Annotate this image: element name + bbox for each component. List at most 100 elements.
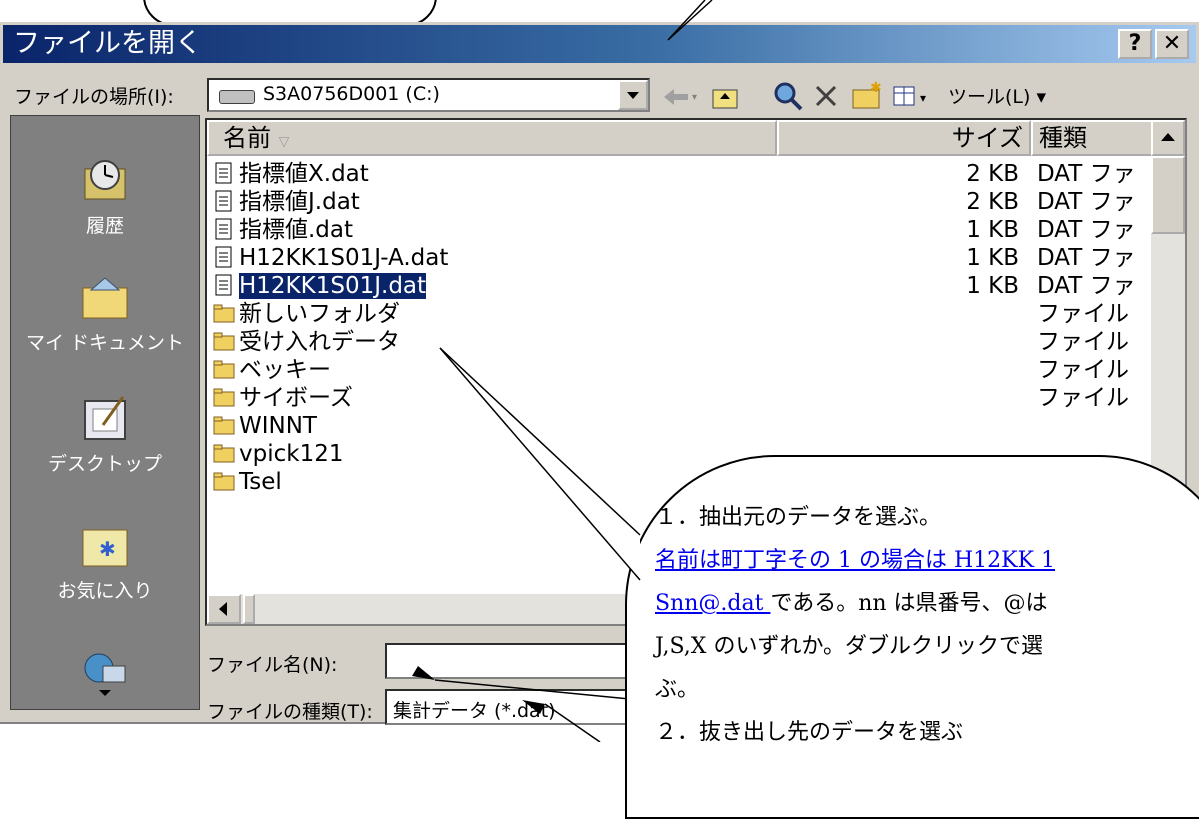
location-value: S3A0756D001 (C:) bbox=[263, 83, 440, 105]
file-size: 1 KB bbox=[966, 217, 1019, 243]
callout-line5: ぶ。 bbox=[655, 677, 700, 702]
file-name: 指標値.dat bbox=[239, 217, 354, 243]
filename-label: ファイル名(N): bbox=[207, 654, 338, 676]
file-row[interactable]: 指標値J.dat bbox=[213, 188, 360, 216]
delete-icon[interactable] bbox=[812, 82, 840, 110]
file-type: DAT ファ bbox=[1037, 245, 1136, 271]
file-name: Tsel bbox=[239, 469, 282, 495]
location-combo[interactable]: S3A0756D001 (C:) bbox=[207, 78, 650, 112]
file-size: 1 KB bbox=[966, 245, 1019, 271]
file-name: WINNT bbox=[239, 413, 317, 439]
location-dropdown-button[interactable] bbox=[618, 80, 648, 110]
column-header-name[interactable]: 名前 ▽ bbox=[207, 120, 777, 156]
callout-link-2[interactable]: Snn@.dat bbox=[655, 591, 770, 616]
place-favorites[interactable]: ✱ お気に入り bbox=[10, 520, 200, 603]
callout-line3: Snn@.dat である。nn は県番号、@は bbox=[655, 582, 1048, 625]
file-row[interactable]: 指標値.dat bbox=[213, 216, 353, 244]
folder-row[interactable]: ベッキー bbox=[213, 356, 331, 384]
new-folder-icon[interactable]: ✱ bbox=[850, 80, 884, 112]
document-icon bbox=[215, 190, 232, 212]
callout-line3-text: である。nn は県番号、@は bbox=[770, 591, 1048, 616]
file-size: 2 KB bbox=[966, 161, 1019, 187]
place-my-documents[interactable]: マイ ドキュメント bbox=[10, 272, 200, 355]
folder-row[interactable]: vpick121 bbox=[213, 440, 343, 468]
folder-icon bbox=[213, 332, 235, 351]
place-label: お気に入り bbox=[57, 580, 153, 602]
file-size: 1 KB bbox=[966, 273, 1019, 299]
scroll-thumb[interactable] bbox=[1151, 156, 1185, 234]
column-header-size[interactable]: サイズ bbox=[777, 120, 1031, 156]
place-label: デスクトップ bbox=[47, 453, 162, 475]
filename-input[interactable] bbox=[385, 643, 645, 679]
file-row[interactable]: 指標値X.dat bbox=[213, 160, 369, 188]
svg-text:▾: ▾ bbox=[692, 92, 697, 103]
column-header-type[interactable]: 種類 bbox=[1031, 120, 1157, 156]
file-name: 受け入れデータ bbox=[239, 329, 400, 355]
place-network[interactable] bbox=[10, 644, 200, 700]
svg-text:✱: ✱ bbox=[870, 80, 882, 96]
folder-row[interactable]: サイボーズ bbox=[213, 384, 353, 412]
callout-name-link[interactable]: 名前は町丁字その 1 の場合は H12KK 1 bbox=[655, 539, 1055, 582]
scroll-up-button[interactable] bbox=[1151, 120, 1185, 156]
svg-text:✱: ✱ bbox=[99, 537, 116, 561]
file-type: DAT ファ bbox=[1037, 161, 1136, 187]
view-menu-icon[interactable]: ▾ bbox=[892, 84, 942, 110]
filetype-label: ファイルの種類(T): bbox=[207, 701, 373, 723]
place-history[interactable]: 履歴 bbox=[10, 155, 200, 238]
back-icon[interactable]: ▾ bbox=[662, 84, 702, 110]
window-title: ファイルを開く bbox=[13, 28, 202, 59]
svg-text:▾: ▾ bbox=[920, 91, 926, 105]
document-icon bbox=[215, 162, 232, 184]
my-documents-icon bbox=[82, 277, 128, 319]
callout-line4: J,S,X のいずれか。ダブルクリックで選 bbox=[655, 634, 1044, 659]
callout-step1: １．抽出元のデータを選ぶ。 bbox=[655, 505, 942, 530]
column-name-label: 名前 bbox=[223, 124, 271, 152]
file-name: H12KK1S01J-A.dat bbox=[239, 245, 449, 271]
file-type: ファイル bbox=[1037, 301, 1129, 327]
file-name: H12KK1S01J.dat bbox=[237, 272, 428, 300]
sort-arrow-icon: ▽ bbox=[278, 134, 290, 150]
folder-icon bbox=[213, 444, 235, 463]
file-type: ファイル bbox=[1037, 329, 1129, 355]
folder-icon bbox=[213, 360, 235, 379]
help-button[interactable]: ? bbox=[1118, 29, 1152, 59]
favorites-icon: ✱ bbox=[82, 529, 128, 567]
document-icon bbox=[215, 246, 232, 268]
folder-icon bbox=[213, 416, 235, 435]
file-type: ファイル bbox=[1037, 385, 1129, 411]
document-icon bbox=[215, 274, 232, 296]
title-bar[interactable]: ファイルを開く ? ✕ bbox=[3, 25, 1196, 63]
network-icon bbox=[84, 653, 126, 696]
folder-icon bbox=[213, 388, 235, 407]
tools-menu[interactable]: ツール(L) ▾ bbox=[948, 82, 1046, 109]
file-name: vpick121 bbox=[239, 441, 344, 467]
filetype-select[interactable]: 集計データ (*.dat) bbox=[385, 689, 645, 725]
file-size: 2 KB bbox=[966, 189, 1019, 215]
folder-row[interactable]: WINNT bbox=[213, 412, 317, 440]
search-web-icon[interactable] bbox=[772, 80, 804, 112]
close-button[interactable]: ✕ bbox=[1155, 29, 1189, 59]
folder-row[interactable]: 受け入れデータ bbox=[213, 328, 400, 356]
callout-link-1[interactable]: 名前は町丁字その 1 の場合は H12KK 1 bbox=[655, 548, 1055, 573]
file-name: サイボーズ bbox=[239, 385, 353, 411]
folder-icon bbox=[213, 472, 235, 491]
file-type: DAT ファ bbox=[1037, 217, 1136, 243]
desktop-icon bbox=[84, 396, 126, 440]
arrow-up-icon bbox=[1161, 133, 1175, 141]
folder-row[interactable]: 新しいフォルダ bbox=[213, 300, 400, 328]
file-row[interactable]: H12KK1S01J-A.dat bbox=[213, 244, 448, 272]
drive-icon bbox=[219, 90, 255, 104]
place-desktop[interactable]: デスクトップ bbox=[10, 393, 200, 476]
file-row[interactable]: H12KK1S01J.dat bbox=[213, 272, 428, 300]
file-type: ファイル bbox=[1037, 357, 1129, 383]
horizontal-scroll-thumb[interactable] bbox=[243, 594, 255, 624]
arrow-left-icon bbox=[219, 602, 227, 616]
file-name: 指標値X.dat bbox=[239, 161, 369, 187]
place-label: 履歴 bbox=[85, 215, 124, 237]
scroll-left-button[interactable] bbox=[207, 594, 241, 624]
file-name: 指標値J.dat bbox=[239, 189, 360, 215]
up-folder-icon[interactable] bbox=[710, 82, 740, 112]
tools-label: ツール(L) bbox=[948, 86, 1031, 108]
file-type: DAT ファ bbox=[1037, 189, 1136, 215]
folder-row[interactable]: Tsel bbox=[213, 468, 282, 496]
